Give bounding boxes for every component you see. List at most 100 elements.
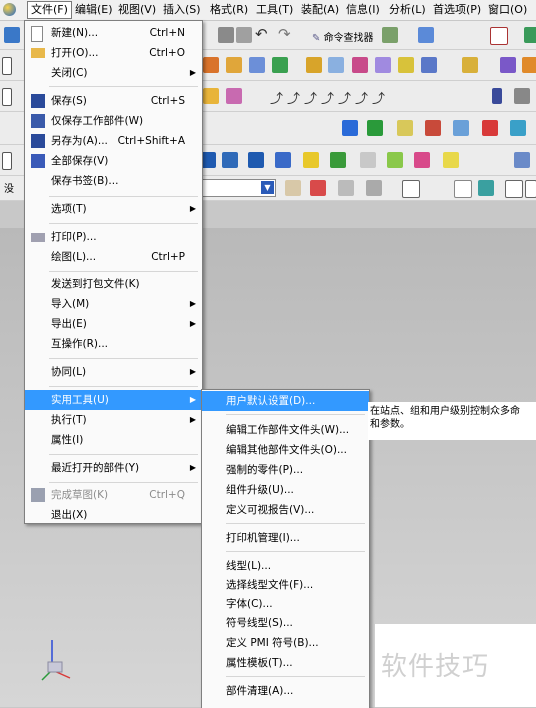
unite-icon[interactable] <box>500 57 516 73</box>
menu-item-part-cleanup[interactable]: 部件清理(A)... <box>202 681 369 701</box>
datum-icon[interactable] <box>249 57 265 73</box>
box-select-icon[interactable] <box>402 180 420 198</box>
move-icon[interactable] <box>342 120 358 136</box>
menu-item-save-work-part[interactable]: 仅保存工作部件(W) <box>25 111 202 131</box>
mirror-icon[interactable] <box>425 120 441 136</box>
trim-icon[interactable] <box>522 57 536 73</box>
menu-item-mandatory-parts[interactable]: 强制的零件(P)... <box>202 460 369 480</box>
menu-item-define-pmi-symbol[interactable]: 定义 PMI 符号(B)... <box>202 633 369 653</box>
palette-icon[interactable] <box>414 152 430 168</box>
copy-icon[interactable] <box>218 27 234 43</box>
menu-item-component-upgrade[interactable]: 组件升级(U)... <box>202 480 369 500</box>
layout-icon[interactable] <box>524 27 536 43</box>
menu-item-save-all[interactable]: 全部保存(V) <box>25 151 202 171</box>
snap-point-icon[interactable] <box>310 180 326 196</box>
replace-icon[interactable] <box>248 152 264 168</box>
close-part-icon[interactable] <box>490 27 508 45</box>
menu-item-line-font[interactable]: 线型(L)... <box>202 556 369 576</box>
edit-icon[interactable] <box>275 152 291 168</box>
body-icon[interactable] <box>360 152 376 168</box>
extrude-icon[interactable] <box>203 57 219 73</box>
menu-item-send-to-package[interactable]: 发送到打包文件(K) <box>25 274 202 294</box>
slot-icon[interactable] <box>398 57 414 73</box>
snap-line-icon[interactable] <box>366 180 382 196</box>
highlight-icon[interactable] <box>443 152 459 168</box>
selection-scope-dropdown[interactable]: ▼ <box>200 179 276 197</box>
menu-file[interactable]: 文件(F) <box>27 1 72 19</box>
select-all-icon[interactable] <box>454 180 472 198</box>
redo-icon[interactable]: ↷ <box>278 25 291 43</box>
hole-icon[interactable] <box>306 57 322 73</box>
menu-item-open[interactable]: 打开(O)... Ctrl+O <box>25 43 202 63</box>
menu-item-user-defaults[interactable]: 用户默认设置(D)... <box>202 391 369 411</box>
pocket-icon[interactable] <box>352 57 368 73</box>
feature-icon[interactable] <box>462 57 478 73</box>
command-finder-button[interactable]: ✎ 命令查找器 <box>312 29 374 44</box>
color-icon[interactable] <box>387 152 403 168</box>
curve-tools-icon[interactable]: ⤴⤴⤴⤴⤴⤴⤴ <box>270 88 389 107</box>
menu-item-font[interactable]: 字体(C)... <box>202 594 369 614</box>
shade-icon[interactable] <box>203 88 219 104</box>
groove-icon[interactable] <box>421 57 437 73</box>
menu-insert[interactable]: 插入(S) <box>160 2 204 18</box>
menu-format[interactable]: 格式(R) <box>207 2 251 18</box>
menu-item-save[interactable]: 保存(S) Ctrl+S <box>25 91 202 111</box>
menu-item-execute[interactable]: 执行(T) ▶ <box>25 410 202 430</box>
menu-item-finish-sketch[interactable]: 完成草图(K) Ctrl+Q <box>25 485 202 505</box>
arrow-icon[interactable] <box>367 120 383 136</box>
menu-item-import[interactable]: 导入(M) ▶ <box>25 294 202 314</box>
snap-icon[interactable] <box>285 180 301 196</box>
measure-icon[interactable] <box>514 88 530 104</box>
menu-item-select-line-font-file[interactable]: 选择线型文件(F)... <box>202 575 369 595</box>
menu-item-properties[interactable]: 属性(I) <box>25 430 202 450</box>
menu-item-export[interactable]: 导出(E) ▶ <box>25 314 202 334</box>
boss-icon[interactable] <box>328 57 344 73</box>
menu-item-save-as[interactable]: 另存为(A)... Ctrl+Shift+A <box>25 131 202 151</box>
menu-item-attribute-template[interactable]: 属性模板(T)... <box>202 653 369 673</box>
menu-item-new[interactable]: 新建(N)... Ctrl+N <box>25 23 202 43</box>
select-icon[interactable] <box>418 27 434 43</box>
touch-mode-icon[interactable] <box>382 27 398 43</box>
menu-item-interoperate[interactable]: 互操作(R)... <box>25 334 202 354</box>
undo-icon[interactable]: ↶ <box>255 25 268 43</box>
render-icon[interactable] <box>226 88 242 104</box>
view-icon[interactable] <box>2 88 12 106</box>
menu-item-edit-other-part-header[interactable]: 编辑其他部件文件头(O)... <box>202 440 369 460</box>
menu-info[interactable]: 信息(I) <box>343 2 383 18</box>
sketch-icon[interactable] <box>2 57 12 75</box>
menu-item-printer-admin[interactable]: 打印机管理(I)... <box>202 528 369 548</box>
menu-view[interactable]: 视图(V) <box>115 2 159 18</box>
menu-item-define-visual-report[interactable]: 定义可视报告(V)... <box>202 500 369 520</box>
layer-icon[interactable] <box>492 88 502 104</box>
menu-item-recent-parts[interactable]: 最近打开的部件(Y) ▶ <box>25 458 202 478</box>
revolve-icon[interactable] <box>226 57 242 73</box>
menu-item-close[interactable]: 关闭(C) ▶ <box>25 63 202 83</box>
menu-preferences[interactable]: 首选项(P) <box>430 2 484 18</box>
menu-item-save-bookmark[interactable]: 保存书签(B)... <box>25 171 202 191</box>
paste-icon[interactable] <box>236 27 252 43</box>
point-icon[interactable] <box>272 57 288 73</box>
pen-icon[interactable] <box>514 152 530 168</box>
face-icon[interactable] <box>330 152 346 168</box>
menu-assembly[interactable]: 装配(A) <box>298 2 342 18</box>
menu-item-symbol-line-font[interactable]: 符号线型(S)... <box>202 613 369 633</box>
menu-edit[interactable]: 编辑(E) <box>72 2 116 18</box>
menu-item-collaborate[interactable]: 协同(L) ▶ <box>25 362 202 382</box>
menu-item-exit[interactable]: 退出(X) <box>25 505 202 525</box>
line-icon[interactable] <box>505 180 523 198</box>
menu-tools[interactable]: 工具(T) <box>253 2 296 18</box>
menu-window[interactable]: 窗口(O) <box>485 2 530 18</box>
pad-icon[interactable] <box>375 57 391 73</box>
menu-item-edit-work-part-header[interactable]: 编辑工作部件文件头(W)... <box>202 420 369 440</box>
book-icon[interactable] <box>397 120 413 136</box>
constraint-icon[interactable] <box>510 120 526 136</box>
filter-icon[interactable] <box>478 180 494 196</box>
menu-item-utilities[interactable]: 实用工具(U) ▶ <box>25 390 202 410</box>
sync-icon[interactable] <box>222 152 238 168</box>
menu-item-options[interactable]: 选项(T) ▶ <box>25 199 202 219</box>
menu-item-print[interactable]: 打印(P)... <box>25 227 202 247</box>
mode-icon[interactable] <box>2 152 12 170</box>
menu-item-plot[interactable]: 绘图(L)... Ctrl+P <box>25 247 202 267</box>
menu-analysis[interactable]: 分析(L) <box>386 2 429 18</box>
solid-icon[interactable] <box>303 152 319 168</box>
